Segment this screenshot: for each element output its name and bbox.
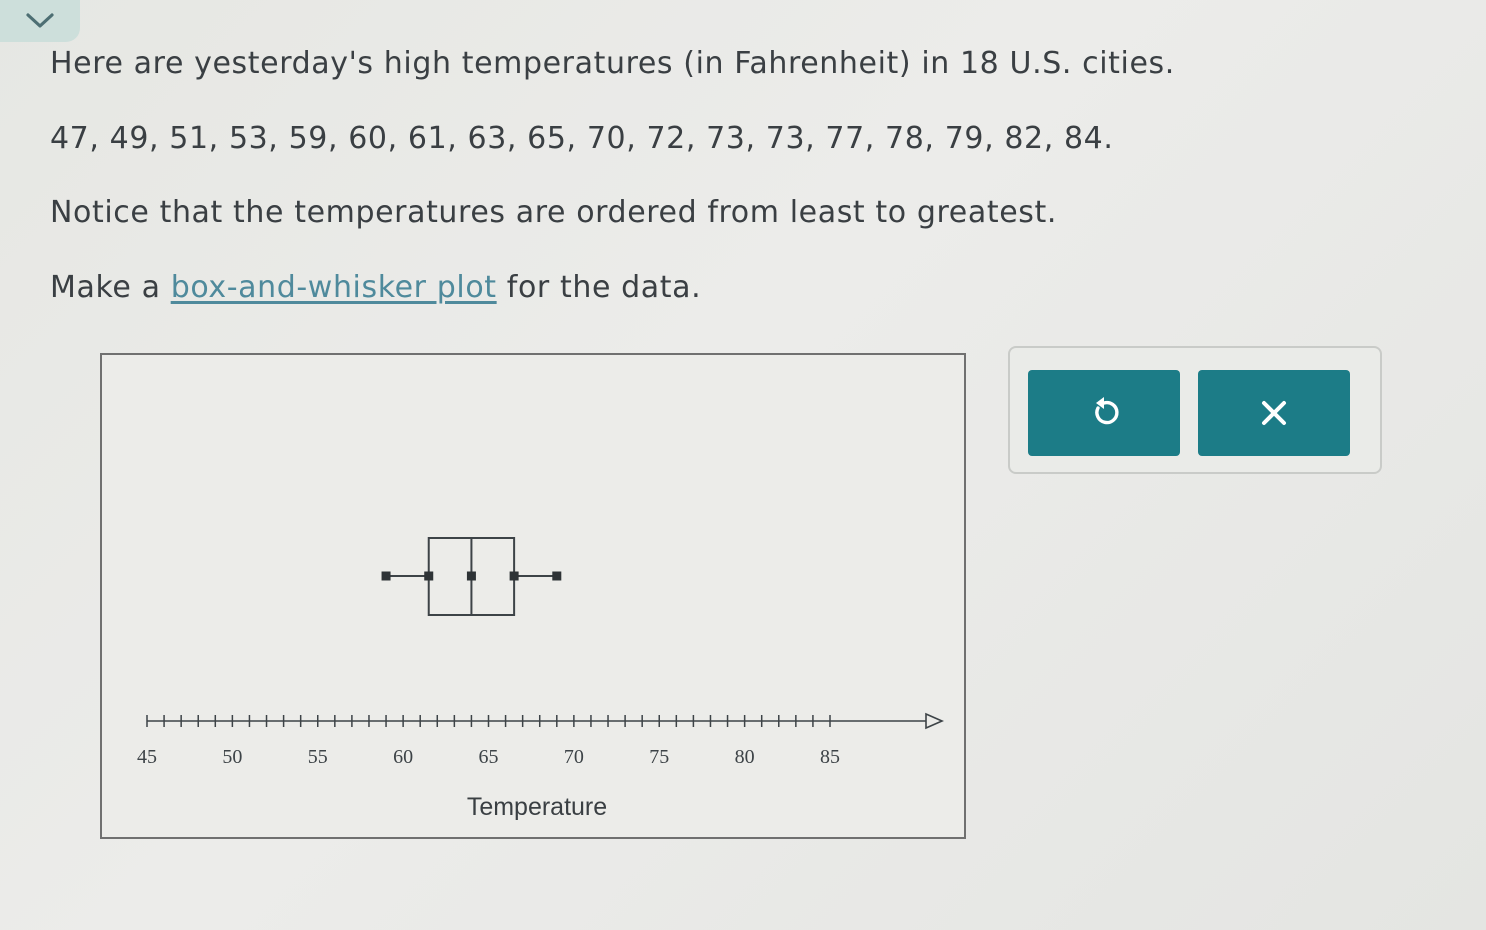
chevron-down-icon (26, 13, 54, 28)
handle-max[interactable] (552, 571, 562, 581)
x-axis-arrow (925, 712, 944, 730)
x-tick-label: 60 (393, 746, 413, 768)
x-tick-label: 55 (308, 746, 328, 768)
handle-q3[interactable] (509, 571, 519, 581)
data-values: 47, 49, 51, 53, 59, 60, 61, 63, 65, 70, … (50, 121, 1114, 156)
instruction-text: Make a box-and-whisker plot for the data… (50, 270, 701, 305)
x-tick-label: 85 (820, 746, 840, 768)
x-axis-title: Temperature (466, 793, 608, 821)
instruction-prefix: Make a (50, 270, 171, 305)
handle-min[interactable] (381, 571, 391, 581)
x-tick-label: 65 (479, 746, 499, 768)
undo-icon (1095, 397, 1119, 425)
handle-q1[interactable] (424, 571, 434, 581)
close-icon (1262, 401, 1286, 425)
box-and-whisker-plot-link[interactable]: box-and-whisker plot (171, 270, 497, 305)
tool-panel (1008, 346, 1382, 474)
box-plot-chart[interactable]: 45 50 55 60 65 70 75 80 85 (102, 355, 968, 841)
handle-median[interactable] (466, 571, 476, 581)
collapse-toggle[interactable] (0, 0, 80, 42)
plot-area[interactable]: 45 50 55 60 65 70 75 80 85 Temperature (100, 353, 966, 839)
notice-text: Notice that the temperatures are ordered… (50, 195, 1057, 230)
question-text: Here are yesterday's high temperatures (… (50, 46, 1175, 81)
x-tick-label: 45 (137, 746, 157, 768)
x-tick-label: 70 (564, 746, 584, 768)
clear-button[interactable] (1198, 370, 1350, 456)
x-tick-label: 80 (735, 746, 755, 768)
x-tick-label: 50 (222, 746, 242, 768)
undo-button[interactable] (1028, 370, 1180, 456)
instruction-suffix: for the data. (496, 270, 702, 305)
x-tick-label: 75 (649, 746, 669, 768)
